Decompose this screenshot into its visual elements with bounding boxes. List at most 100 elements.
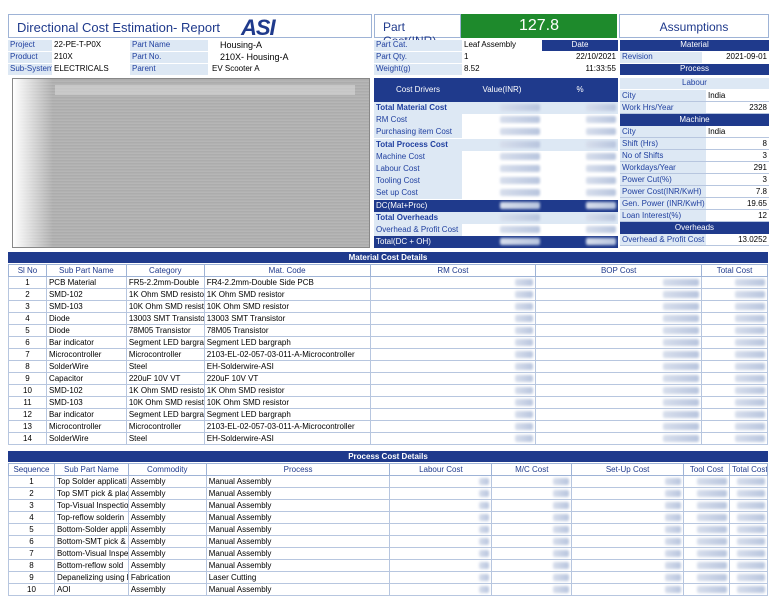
material-row: 4 Diode 13003 SMT Transisto 13003 SMT Trans… — [8, 312, 768, 325]
material-cell: Capacitor — [45, 372, 127, 385]
material-cell: 10K Ohm SMD resist — [125, 300, 205, 313]
process-cell: Assembly — [127, 583, 207, 596]
total-cost-cell — [701, 348, 768, 361]
material-column-header: BOP Cost — [535, 264, 703, 277]
material-cell: Segment LED bargraph — [203, 408, 371, 421]
date-label: Date — [542, 40, 618, 51]
material-cell: FR5-2.2mm-Double — [125, 276, 205, 289]
blurred-cost — [665, 514, 682, 521]
labour-cost-cell — [389, 487, 493, 500]
material-cell: SMD-103 — [45, 300, 127, 313]
process-column-header: Tool Cost — [683, 463, 730, 476]
process-cell: Bottom-SMT pick & — [53, 535, 129, 548]
material-cell: FR4-2.2mm-Double Side PCB — [203, 276, 371, 289]
part-no-value: 210X- Housing-A — [220, 52, 289, 62]
total-cost-cell — [701, 276, 768, 289]
blurred-cost — [737, 526, 765, 533]
tool-cost-cell — [683, 535, 730, 548]
blurred-cost — [515, 279, 534, 286]
process-cell: Depanelizing using l — [53, 571, 129, 584]
cost-driver-percent — [542, 175, 618, 188]
process-cell: Top-Visual Inspectio — [53, 499, 129, 512]
blurred-cost — [735, 291, 765, 298]
process-cell: Manual Assembly — [205, 559, 391, 572]
subsystem-value: ELECTRICALS — [54, 64, 109, 73]
tool-cost-cell — [683, 523, 730, 536]
part-cost-value: 127.8 — [518, 17, 560, 34]
blurred-value — [500, 104, 540, 111]
tool-cost-cell — [683, 475, 730, 488]
part-image — [12, 78, 370, 248]
weight-label: Weight(g) — [374, 64, 462, 75]
process-cell: Assembly — [127, 487, 207, 500]
total-cost-cell — [728, 523, 769, 536]
material-cell: Segment LED bargraph — [203, 336, 371, 349]
process-cell: Assembly — [127, 475, 207, 488]
blurred-cost — [515, 435, 534, 442]
tool-cost-cell — [683, 499, 730, 512]
process-cell: Assembly — [127, 559, 207, 572]
material-cell: 7 — [8, 348, 47, 361]
blurred-cost — [515, 291, 534, 298]
total-cost-cell — [701, 432, 768, 445]
blurred-cost — [737, 538, 765, 545]
material-cell: 13003 SMT Transisto — [125, 312, 205, 325]
parent-value: EV Scooter A — [212, 64, 260, 73]
material-cell: Steel — [125, 360, 205, 373]
product-value: 210X — [54, 52, 73, 61]
rm-cost-cell — [369, 408, 537, 421]
process-cell: Bottom-reflow sold — [53, 559, 129, 572]
process-cell: 1 — [8, 475, 55, 488]
process-row: 9 Depanelizing using l Fabrication Laser Cu… — [8, 571, 769, 584]
blurred-percent — [586, 116, 616, 124]
cost-driver-label: Labour Cost — [374, 163, 462, 175]
part-no-label: Part No. — [130, 52, 208, 63]
cost-driver-label: Purchasing item Cost — [374, 126, 462, 139]
bop-cost-cell — [535, 384, 703, 397]
material-cell: 5 — [8, 324, 47, 337]
blurred-cost — [515, 399, 534, 406]
material-row: 12 Bar indicator Segment LED bargra Segment… — [8, 408, 768, 421]
cost-driver-value — [462, 150, 542, 163]
labour-cost-cell — [389, 571, 493, 584]
process-cell: Manual Assembly — [205, 523, 391, 536]
blurred-cost — [663, 363, 700, 370]
material-cell: 1K Ohm SMD resistor — [203, 384, 371, 397]
total-cost-cell — [701, 312, 768, 325]
blurred-cost — [663, 411, 700, 418]
blurred-value — [500, 165, 540, 172]
process-cell: 4 — [8, 511, 55, 524]
gen-power-label: Gen. Power (INR/KwH) — [620, 198, 706, 210]
cost-driver-value — [462, 175, 542, 188]
blurred-cost — [696, 538, 727, 545]
process-column-header: Commodity — [127, 463, 207, 476]
blurred-cost — [663, 351, 700, 358]
process-cell: Manual Assembly — [205, 547, 391, 560]
process-cell: Assembly — [127, 511, 207, 524]
setup-cost-cell — [571, 559, 685, 572]
blurred-value — [500, 201, 540, 209]
cost-driver-value — [462, 102, 542, 114]
process-row: 4 Top-reflow solderin Assembly Manual Assem… — [8, 511, 769, 524]
total-cost-cell — [728, 559, 769, 572]
blurred-cost — [663, 435, 700, 442]
process-cell: Manual Assembly — [205, 511, 391, 524]
blurred-cost — [737, 490, 765, 497]
material-cell: PCB Material — [45, 276, 127, 289]
material-row: 11 SMD-103 10K Ohm SMD resist 10K Ohm SMD r… — [8, 396, 768, 409]
process-cell: Manual Assembly — [205, 535, 391, 548]
cost-driver-label: Overhead & Profit Cost — [374, 224, 462, 236]
blurred-cost — [553, 526, 570, 533]
blurred-cost — [735, 363, 765, 370]
product-label: Product — [8, 52, 52, 63]
part-name-label: Part Name — [130, 40, 208, 51]
blurred-cost — [737, 502, 765, 509]
material-cell: 2103-EL-02-057-03-011-A-Microcontroller — [203, 348, 371, 361]
assumptions-title-box: Assumptions — [619, 14, 769, 38]
process-cell: Assembly — [127, 547, 207, 560]
material-cell: 12 — [8, 408, 47, 421]
process-cell: Manual Assembly — [205, 475, 391, 488]
material-cell: SolderWire — [45, 432, 127, 445]
process-column-header: Sequence — [8, 463, 55, 476]
blurred-cost — [663, 291, 700, 298]
